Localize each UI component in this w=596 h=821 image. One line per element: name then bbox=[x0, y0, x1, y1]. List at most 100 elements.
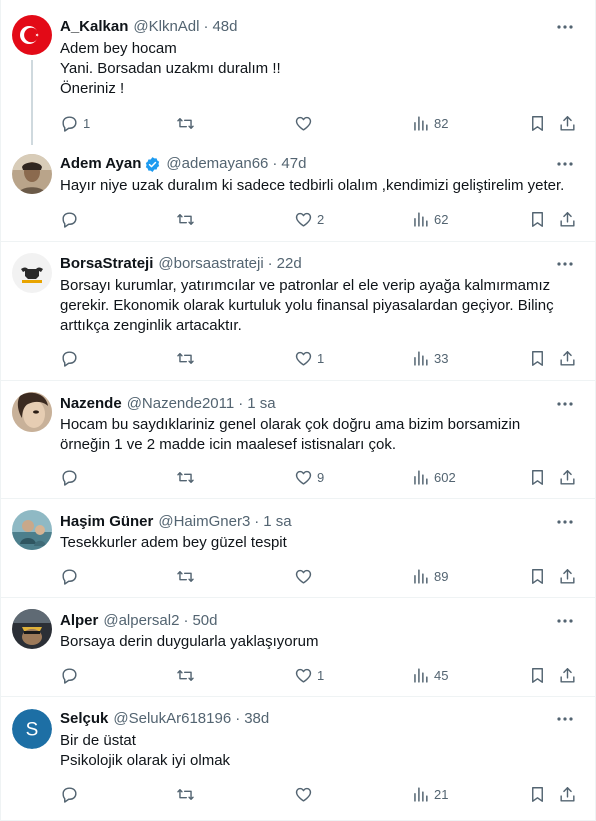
more-options-icon[interactable] bbox=[555, 611, 575, 631]
reply-button[interactable] bbox=[60, 562, 83, 590]
share-button[interactable] bbox=[558, 661, 577, 689]
timestamp[interactable]: 48d bbox=[212, 17, 237, 37]
display-name[interactable]: BorsaStrateji bbox=[60, 254, 153, 274]
tweet-1[interactable]: Adem Ayan @ademayan66 · 47d Hayır niye u… bbox=[1, 145, 595, 242]
retweet-button[interactable] bbox=[176, 463, 199, 491]
tweet-header: Alper @alpersal2 · 50d bbox=[60, 611, 555, 631]
like-button[interactable]: 2 bbox=[294, 205, 324, 233]
reply-button[interactable] bbox=[60, 463, 83, 491]
display-name[interactable]: Selçuk bbox=[60, 709, 108, 729]
display-name[interactable]: Adem Ayan bbox=[60, 154, 141, 174]
thread-line bbox=[31, 60, 33, 145]
timestamp[interactable]: 38d bbox=[244, 709, 269, 729]
timestamp[interactable]: 1 sa bbox=[247, 394, 275, 414]
tweet-6[interactable]: S Selçuk @SelukAr618196 · 38d Bir de üst… bbox=[1, 697, 595, 821]
views-button[interactable]: 33 bbox=[411, 344, 448, 372]
user-handle[interactable]: @SelukAr618196 bbox=[113, 709, 231, 729]
bookmark-icon bbox=[532, 667, 543, 683]
share-icon bbox=[560, 211, 575, 227]
share-button[interactable] bbox=[558, 205, 577, 233]
share-button[interactable] bbox=[558, 463, 577, 491]
bookmark-button[interactable] bbox=[528, 109, 547, 137]
retweet-button[interactable] bbox=[176, 780, 199, 808]
tweet-3[interactable]: Nazende @Nazende2011 · 1 sa Hocam bu say… bbox=[1, 381, 595, 499]
avatar[interactable] bbox=[12, 253, 52, 293]
like-button[interactable] bbox=[294, 780, 317, 808]
avatar[interactable]: S bbox=[12, 709, 52, 749]
reply-button[interactable] bbox=[60, 661, 83, 689]
tweet-4[interactable]: Haşim Güner @HaimGner3 · 1 sa Tesekkurle… bbox=[1, 499, 595, 598]
user-handle[interactable]: @Nazende2011 bbox=[127, 394, 235, 414]
views-button[interactable]: 62 bbox=[411, 205, 448, 233]
more-options-icon[interactable] bbox=[555, 709, 575, 729]
action-bar: 89 bbox=[51, 562, 591, 590]
timestamp[interactable]: 22d bbox=[277, 254, 302, 274]
reply-button[interactable]: 1 bbox=[60, 109, 90, 137]
reply-button[interactable] bbox=[60, 780, 83, 808]
bookmark-button[interactable] bbox=[528, 661, 547, 689]
user-handle[interactable]: @alpersal2 bbox=[103, 611, 179, 631]
tweet-5[interactable]: Alper @alpersal2 · 50d Borsaya derin duy… bbox=[1, 598, 595, 697]
more-options-icon[interactable] bbox=[555, 254, 575, 274]
like-button[interactable] bbox=[294, 109, 317, 137]
retweet-button[interactable] bbox=[176, 109, 199, 137]
separator-dot: · bbox=[203, 18, 209, 35]
tweet-text-line: gerekir. Ekonomik olarak kurtuluk yolu f… bbox=[60, 297, 554, 314]
more-options-icon[interactable] bbox=[555, 394, 575, 414]
views-button[interactable]: 89 bbox=[411, 562, 448, 590]
share-button[interactable] bbox=[558, 344, 577, 372]
retweet-button[interactable] bbox=[176, 344, 199, 372]
views-bar-chart-icon bbox=[414, 568, 428, 584]
action-bar: 21 bbox=[51, 780, 591, 808]
views-button[interactable]: 82 bbox=[411, 109, 448, 137]
like-button[interactable]: 1 bbox=[294, 661, 324, 689]
user-handle[interactable]: @HaimGner3 bbox=[158, 512, 250, 532]
bookmark-button[interactable] bbox=[528, 344, 547, 372]
more-options-icon[interactable] bbox=[555, 512, 575, 532]
tweet-header: A_Kalkan @KlknAdl · 48d bbox=[60, 17, 555, 37]
bookmark-icon bbox=[532, 115, 543, 131]
views-button[interactable]: 45 bbox=[411, 661, 448, 689]
display-name[interactable]: Nazende bbox=[60, 394, 122, 414]
like-count: 1 bbox=[317, 667, 325, 683]
like-button[interactable]: 9 bbox=[294, 463, 324, 491]
display-name[interactable]: Alper bbox=[60, 611, 98, 631]
display-name[interactable]: A_Kalkan bbox=[60, 17, 128, 37]
user-handle[interactable]: @borsaastrateji bbox=[158, 254, 263, 274]
timestamp[interactable]: 1 sa bbox=[263, 512, 291, 532]
bookmark-button[interactable] bbox=[528, 463, 547, 491]
views-button[interactable]: 21 bbox=[411, 780, 448, 808]
avatar[interactable] bbox=[12, 154, 52, 194]
bookmark-button[interactable] bbox=[528, 780, 547, 808]
like-button[interactable] bbox=[294, 562, 317, 590]
reply-button[interactable] bbox=[60, 344, 83, 372]
views-button[interactable]: 602 bbox=[411, 463, 456, 491]
share-button[interactable] bbox=[558, 562, 577, 590]
retweet-button[interactable] bbox=[176, 562, 199, 590]
avatar[interactable] bbox=[12, 510, 52, 550]
display-name[interactable]: Haşim Güner bbox=[60, 512, 153, 532]
more-options-icon[interactable] bbox=[555, 154, 575, 174]
share-button[interactable] bbox=[558, 109, 577, 137]
reply-icon bbox=[62, 115, 77, 132]
avatar[interactable] bbox=[12, 609, 52, 649]
avatar[interactable] bbox=[12, 15, 52, 55]
user-handle[interactable]: @KlknAdl bbox=[133, 17, 199, 37]
share-button[interactable] bbox=[558, 780, 577, 808]
user-handle[interactable]: @ademayan66 bbox=[166, 154, 268, 174]
bookmark-button[interactable] bbox=[528, 562, 547, 590]
avatar[interactable] bbox=[12, 392, 52, 432]
reply-button[interactable] bbox=[60, 205, 83, 233]
like-count: 2 bbox=[317, 211, 325, 227]
timestamp[interactable]: 47d bbox=[281, 154, 306, 174]
retweet-button[interactable] bbox=[176, 661, 199, 689]
tweet-0[interactable]: A_Kalkan @KlknAdl · 48d Adem bey hocam Y… bbox=[1, 0, 595, 145]
like-button[interactable]: 1 bbox=[294, 344, 324, 372]
bookmark-button[interactable] bbox=[528, 205, 547, 233]
tweet-text-line: Yani. Borsadan uzakmı duralım !! bbox=[60, 60, 281, 77]
retweet-button[interactable] bbox=[176, 205, 199, 233]
more-options-icon[interactable] bbox=[555, 17, 575, 37]
tweet-2[interactable]: BorsaStrateji @borsaastrateji · 22d Bors… bbox=[1, 242, 595, 381]
timestamp[interactable]: 50d bbox=[192, 611, 217, 631]
separator-dot: · bbox=[272, 155, 278, 172]
